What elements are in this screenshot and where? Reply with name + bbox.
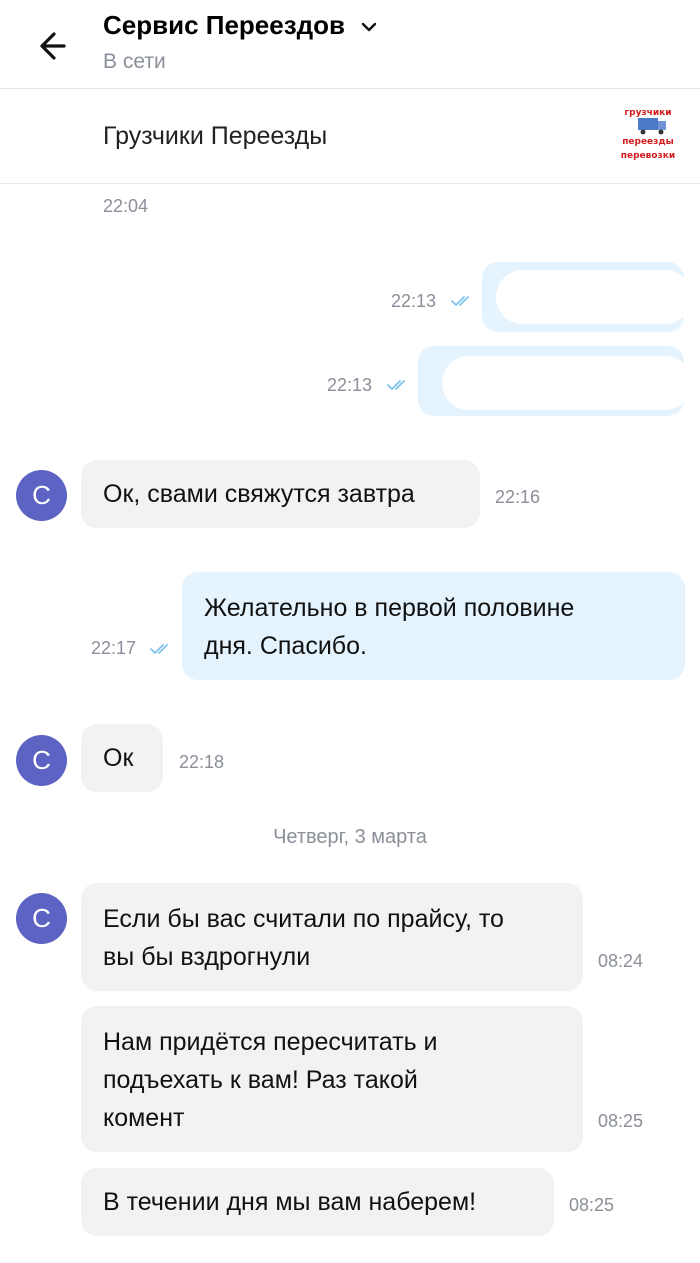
svg-text:переезды: переезды <box>622 137 674 147</box>
double-check-icon <box>451 296 469 306</box>
chat-title[interactable]: Сервис Переездов <box>103 10 345 41</box>
incoming-message[interactable]: В течении дня мы вам наберем! <box>81 1168 554 1236</box>
arrow-left-icon <box>40 32 66 60</box>
message-time: 22:04 <box>103 196 149 216</box>
message-time: 22:13 <box>327 375 373 395</box>
online-status: В сети <box>103 50 166 73</box>
message-text-line: подъехать к вам! Раз такой <box>103 1066 418 1094</box>
incoming-message[interactable]: Нам придётся пересчитать и подъехать к в… <box>81 1006 583 1152</box>
message-time: 22:18 <box>179 752 225 772</box>
outgoing-message-hidden[interactable] <box>418 346 692 416</box>
message-text-line: комент <box>103 1104 185 1132</box>
message-time: 22:17 <box>91 638 137 658</box>
message-text: В течении дня мы вам наберем! <box>103 1188 477 1216</box>
double-check-icon <box>150 644 168 654</box>
incoming-message[interactable]: Ок <box>81 724 163 792</box>
double-check-icon <box>387 380 405 390</box>
sender-avatar[interactable]: С <box>16 470 67 521</box>
message-text-line: Нам придётся пересчитать и <box>103 1028 438 1056</box>
message-text-line: Если бы вас считали по прайсу, то <box>103 905 504 933</box>
incoming-message[interactable]: Если бы вас считали по прайсу, то вы бы … <box>81 883 583 991</box>
incoming-message[interactable]: Ок, свами свяжутся завтра <box>81 460 480 528</box>
message-time: 22:13 <box>391 291 437 311</box>
day-separator: Четверг, 3 марта <box>273 826 427 848</box>
group-name[interactable]: Грузчики Переезды <box>103 122 327 151</box>
message-time: 08:25 <box>598 1111 644 1131</box>
outgoing-message-hidden[interactable] <box>482 262 692 332</box>
message-time: 08:25 <box>569 1195 615 1215</box>
message-text-line: вы бы вздрогнули <box>103 943 311 971</box>
svg-text:перевозки: перевозки <box>621 151 675 161</box>
message-text: Ок <box>103 744 134 772</box>
svg-text:грузчики: грузчики <box>624 108 671 118</box>
message-text-line: Желательно в первой половине <box>204 594 575 622</box>
message-time: 08:24 <box>598 951 644 971</box>
message-text: Ок, свами свяжутся завтра <box>103 480 415 508</box>
back-button[interactable] <box>22 22 78 70</box>
chevron-down-icon[interactable] <box>360 18 378 36</box>
sender-avatar[interactable]: С <box>16 893 67 944</box>
header-divider <box>0 88 700 89</box>
message-time: 22:16 <box>495 487 541 507</box>
outgoing-message[interactable]: Желательно в первой половине дня. Спасиб… <box>182 572 685 680</box>
group-logo-image: грузчики переезды перевозки <box>608 106 686 166</box>
group-logo[interactable]: грузчики переезды перевозки <box>608 106 686 166</box>
message-text-line: дня. Спасибо. <box>204 632 367 660</box>
sender-avatar[interactable]: С <box>16 735 67 786</box>
group-divider <box>0 183 700 184</box>
